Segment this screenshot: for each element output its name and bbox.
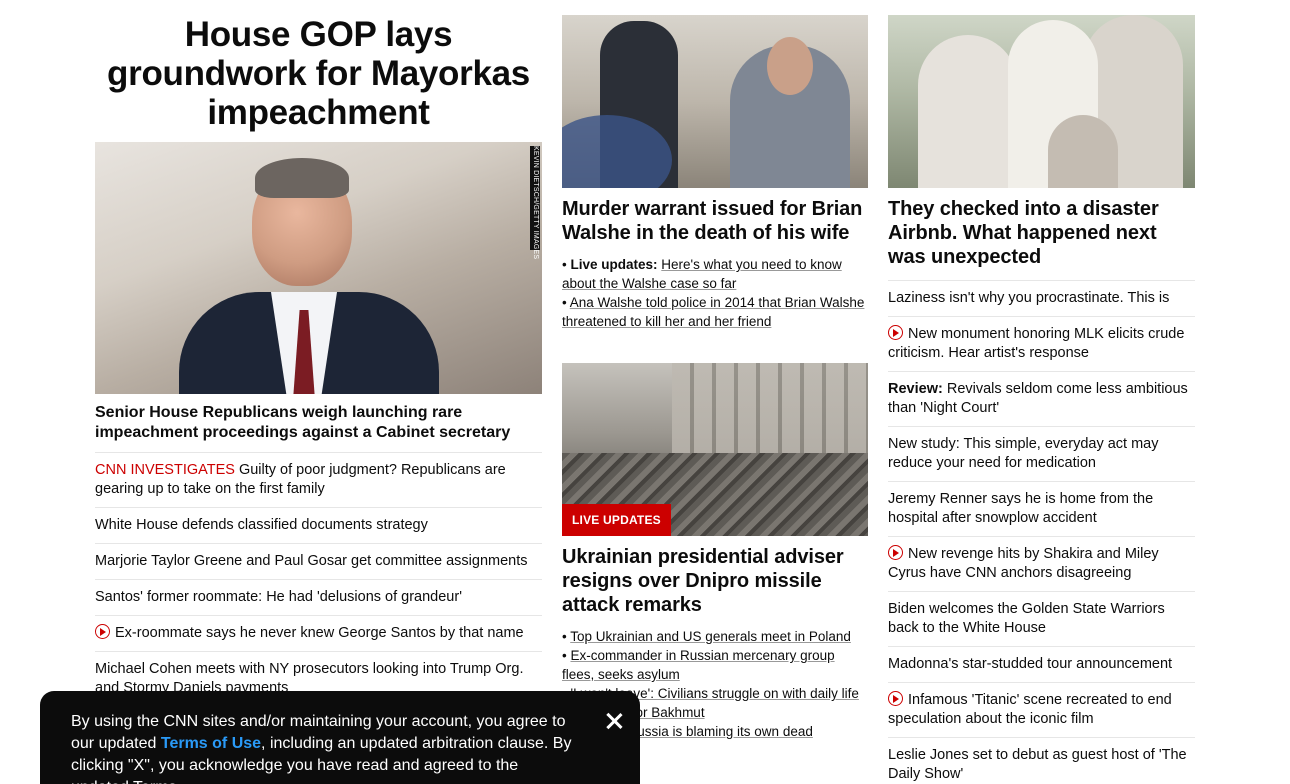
bullet-item[interactable]: • Top Ukrainian and US generals meet in … [562,627,868,646]
lead-column: House GOP lays groundwork for Mayorkas i… [95,15,542,707]
list-item[interactable]: New monument honoring MLK elicits crude … [888,317,1195,372]
airbnb-headline[interactable]: They checked into a disaster Airbnb. Wha… [888,197,1195,269]
live-updates-label: Live updates: [570,257,658,272]
list-item[interactable]: Marjorie Taylor Greene and Paul Gosar ge… [95,544,542,580]
cnn-investigates-tag: CNN INVESTIGATES [95,462,235,478]
bullet-item[interactable]: • Live updates: Here's what you need to … [562,255,868,293]
walshe-bullets: • Live updates: Here's what you need to … [562,255,868,331]
walshe-image[interactable] [562,15,868,188]
list-item[interactable]: Leslie Jones set to debut as guest host … [888,738,1195,784]
bullet-item[interactable]: • Ana Walshe told police in 2014 that Br… [562,293,868,331]
play-video-icon [888,325,903,340]
bullet-link-text: Ana Walshe told police in 2014 that Bria… [562,295,865,329]
lead-image-hair [255,158,349,198]
list-item[interactable]: White House defends classified documents… [95,508,542,544]
bullet-link-text: Top Ukrainian and US generals meet in Po… [570,629,851,644]
play-video-icon [888,691,903,706]
list-item[interactable]: New study: This simple, everyday act may… [888,427,1195,482]
airbnb-image[interactable] [888,15,1195,188]
list-item[interactable]: New revenge hits by Shakira and Miley Cy… [888,537,1195,592]
list-item-text: Ex-roommate says he never knew George Sa… [115,625,524,641]
image-credit-text: KEVIN DIETSCH/GETTY IMAGES [532,146,539,260]
list-item[interactable]: Santos' former roommate: He had 'delusio… [95,580,542,616]
lead-subhead[interactable]: Senior House Republicans weigh launching… [95,403,542,453]
list-item[interactable]: Biden welcomes the Golden State Warriors… [888,592,1195,647]
dnipro-image[interactable]: LIVE UPDATES [562,363,868,536]
list-item[interactable]: Madonna's star-studded tour announcement [888,647,1195,683]
ukraine-headline[interactable]: Ukrainian presidential adviser resigns o… [562,545,868,617]
list-item-text: New monument honoring MLK elicits crude … [888,326,1185,361]
bullet-item[interactable]: • Ex-commander in Russian mercenary grou… [562,646,868,684]
walshe-headline[interactable]: Murder warrant issued for Brian Walshe i… [562,197,868,245]
lead-image[interactable]: KEVIN DIETSCH/GETTY IMAGES [95,142,542,394]
list-item[interactable]: Infamous 'Titanic' scene recreated to en… [888,683,1195,738]
right-column: They checked into a disaster Airbnb. Wha… [888,15,1195,784]
review-tag: Review: [888,381,943,397]
close-icon[interactable] [602,709,626,733]
play-video-icon [888,545,903,560]
terms-of-use-link[interactable]: Terms of Use [161,735,261,752]
list-item[interactable]: Review: Revivals seldom come less ambiti… [888,372,1195,427]
play-video-icon [95,624,110,639]
list-item[interactable]: Jeremy Renner says he is home from the h… [888,482,1195,537]
list-item[interactable]: CNN INVESTIGATES Guilty of poor judgment… [95,453,542,508]
list-item-text: New revenge hits by Shakira and Miley Cy… [888,546,1159,581]
lead-headline-link[interactable]: House GOP lays groundwork for Mayorkas i… [95,15,542,132]
terms-banner: By using the CNN sites and/or maintainin… [40,691,640,784]
list-item-text: Infamous 'Titanic' scene recreated to en… [888,692,1172,727]
list-item[interactable]: Ex-roommate says he never knew George Sa… [95,616,542,652]
lead-headline: House GOP lays groundwork for Mayorkas i… [107,15,530,132]
live-updates-badge: LIVE UPDATES [562,504,671,536]
bullet-link-text: Ex-commander in Russian mercenary group … [562,648,835,682]
list-item[interactable]: Laziness isn't why you procrastinate. Th… [888,280,1195,317]
walshe-image-face [767,37,813,95]
airbnb-image-person [918,35,1018,188]
airbnb-image-person [1048,115,1118,188]
image-credit: KEVIN DIETSCH/GETTY IMAGES [530,146,540,260]
middle-column: Murder warrant issued for Brian Walshe i… [562,15,868,741]
